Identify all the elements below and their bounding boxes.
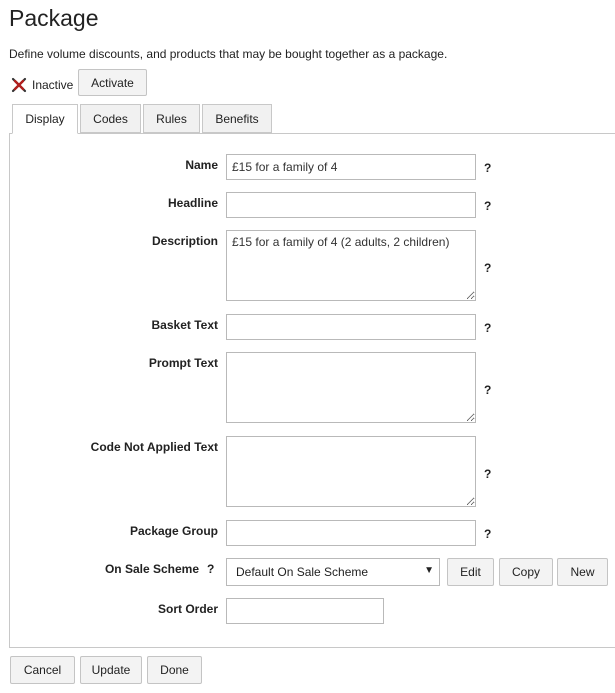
description-help-icon[interactable]: ?: [484, 261, 491, 275]
sort-order-input[interactable]: [226, 598, 384, 624]
headline-label: Headline: [167, 196, 218, 210]
package-group-input[interactable]: [226, 520, 476, 546]
headline-input[interactable]: [226, 192, 476, 218]
basket-text-help-icon[interactable]: ?: [484, 321, 491, 335]
done-button[interactable]: Done: [147, 656, 202, 684]
prompt-text-label: Prompt Text: [148, 356, 218, 370]
inactive-cross-icon: [11, 77, 27, 93]
code-not-applied-text-label: Code Not Applied Text: [90, 440, 218, 454]
edit-scheme-button[interactable]: Edit: [447, 558, 494, 586]
cancel-button[interactable]: Cancel: [10, 656, 75, 684]
copy-scheme-button[interactable]: Copy: [499, 558, 553, 586]
on-sale-scheme-help-icon[interactable]: ?: [207, 562, 214, 576]
on-sale-scheme-select[interactable]: Default On Sale Scheme ▼: [226, 558, 440, 586]
update-button[interactable]: Update: [80, 656, 142, 684]
new-scheme-button[interactable]: New: [557, 558, 608, 586]
package-group-help-icon[interactable]: ?: [484, 527, 491, 541]
name-help-icon[interactable]: ?: [484, 161, 491, 175]
on-sale-scheme-label: On Sale Scheme: [104, 562, 199, 576]
name-label: Name: [185, 158, 218, 172]
page-description: Define volume discounts, and products th…: [9, 47, 448, 61]
headline-help-icon[interactable]: ?: [484, 199, 491, 213]
basket-text-input[interactable]: [226, 314, 476, 340]
tab-codes[interactable]: Codes: [80, 104, 141, 133]
dropdown-arrow-icon: ▼: [424, 565, 434, 576]
tab-rules[interactable]: Rules: [143, 104, 200, 133]
code-not-applied-text-help-icon[interactable]: ?: [484, 467, 491, 481]
description-textarea[interactable]: £15 for a family of 4 (2 adults, 2 child…: [226, 230, 476, 301]
description-label: Description: [151, 234, 218, 248]
prompt-text-textarea[interactable]: [226, 352, 476, 423]
on-sale-scheme-selected: Default On Sale Scheme: [236, 565, 369, 579]
status-label: Inactive: [32, 78, 74, 92]
code-not-applied-text-textarea[interactable]: [226, 436, 476, 507]
activate-button[interactable]: Activate: [78, 69, 147, 96]
page-title: Package: [9, 5, 99, 31]
sort-order-label: Sort Order: [157, 602, 218, 616]
prompt-text-help-icon[interactable]: ?: [484, 383, 491, 397]
basket-text-label: Basket Text: [151, 318, 218, 332]
name-input[interactable]: [226, 154, 476, 180]
package-group-label: Package Group: [129, 524, 218, 538]
tab-benefits[interactable]: Benefits: [202, 104, 272, 133]
tab-display[interactable]: Display: [12, 104, 78, 134]
